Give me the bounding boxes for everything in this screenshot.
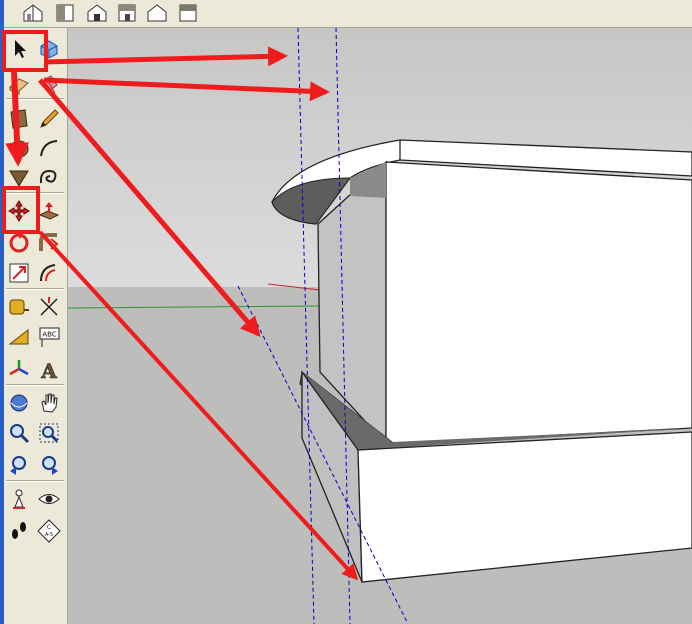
right-view-button[interactable] — [114, 1, 140, 25]
orbit-icon — [10, 394, 28, 412]
pencil-icon — [40, 109, 59, 128]
3d-text-glyph: A — [40, 359, 57, 381]
right-view-icon — [118, 4, 136, 22]
rectangle-tool[interactable] — [6, 106, 32, 132]
text-tool[interactable]: ABC — [36, 324, 62, 350]
3d-text-icon: A — [40, 359, 58, 381]
section-plane-icon: C A-5 — [37, 519, 61, 543]
highlight-move-tool — [2, 186, 40, 234]
next-view-icon — [42, 456, 58, 475]
toolbar-separator — [6, 288, 64, 290]
zoom-window-tool[interactable] — [36, 420, 62, 446]
position-camera-tool[interactable] — [6, 486, 32, 512]
eraser-tool[interactable] — [6, 72, 32, 98]
large-tool-set: ABC A C A-5 — [0, 28, 68, 624]
back-view-icon — [147, 4, 167, 22]
text-icon: ABC — [39, 327, 60, 347]
offset-icon — [40, 264, 56, 282]
iso-view-button[interactable] — [20, 1, 46, 25]
highlight-select-tools — [2, 30, 48, 72]
tape-measure-icon — [9, 299, 29, 315]
dimension-icon — [40, 297, 58, 316]
zoom-tool[interactable] — [6, 420, 32, 446]
lower-front-wall — [357, 431, 692, 583]
rectangle-icon — [10, 109, 28, 129]
pan-tool[interactable] — [36, 390, 62, 416]
look-around-tool[interactable] — [36, 486, 62, 512]
left-view-button[interactable] — [175, 1, 201, 25]
section-glyph-top: C — [47, 524, 51, 531]
scale-icon — [9, 263, 29, 283]
drawing-viewport[interactable]: 1 — [68, 28, 692, 624]
freehand-icon — [39, 169, 57, 184]
protractor-icon — [8, 328, 29, 345]
previous-view-icon — [10, 456, 26, 475]
model-scene — [68, 28, 692, 624]
arc-icon — [40, 140, 58, 157]
dimension-tool[interactable] — [36, 294, 62, 320]
toolbar-separator — [6, 384, 64, 386]
paint-bucket-icon — [41, 75, 58, 94]
left-view-icon — [179, 4, 197, 22]
rotate-icon — [9, 233, 29, 253]
top-view-icon — [56, 4, 74, 22]
green-axis — [68, 305, 321, 309]
upper-front-wall — [385, 161, 692, 445]
protractor-tool[interactable] — [6, 324, 32, 350]
offset-tool[interactable] — [36, 260, 62, 286]
front-view-icon — [87, 4, 107, 22]
follow-me-icon — [39, 233, 59, 251]
walk-footprints-icon — [12, 522, 26, 539]
position-camera-icon — [13, 489, 25, 509]
section-plane-tool[interactable]: C A-5 — [36, 518, 62, 544]
circle-icon — [9, 140, 29, 158]
axes-icon — [9, 360, 29, 376]
back-view-button[interactable] — [144, 1, 170, 25]
line-tool[interactable] — [36, 106, 62, 132]
text-tool-label: ABC — [42, 331, 56, 339]
scale-tool[interactable] — [6, 260, 32, 286]
guide-line — [297, 28, 315, 624]
zoom-icon — [10, 424, 30, 444]
iso-view-icon — [23, 4, 43, 22]
toolbar-edge — [0, 0, 4, 28]
toolbar-separator — [6, 98, 64, 100]
toolbar-separator — [6, 480, 64, 482]
front-view-button[interactable] — [84, 1, 110, 25]
previous-view-tool[interactable] — [6, 452, 32, 478]
push-pull-icon — [38, 202, 60, 220]
next-view-tool[interactable] — [36, 452, 62, 478]
arc-tool[interactable] — [36, 136, 62, 162]
3d-text-tool[interactable]: A — [36, 356, 62, 382]
pan-hand-icon — [41, 393, 58, 413]
axes-tool[interactable] — [6, 356, 32, 382]
look-around-eye-icon — [38, 494, 60, 504]
zoom-window-icon — [39, 423, 59, 443]
views-toolbar — [0, 0, 692, 28]
section-glyph-bottom: A-5 — [45, 532, 53, 538]
top-view-button[interactable] — [52, 1, 78, 25]
circle-tool[interactable] — [6, 136, 32, 162]
paint-bucket-tool[interactable] — [36, 72, 62, 98]
walk-tool[interactable] — [6, 518, 32, 544]
red-axis — [267, 283, 321, 291]
toolbar-edge — [0, 28, 4, 624]
eraser-icon — [9, 78, 29, 95]
orbit-tool[interactable] — [6, 390, 32, 416]
tape-measure-tool[interactable] — [6, 294, 32, 320]
